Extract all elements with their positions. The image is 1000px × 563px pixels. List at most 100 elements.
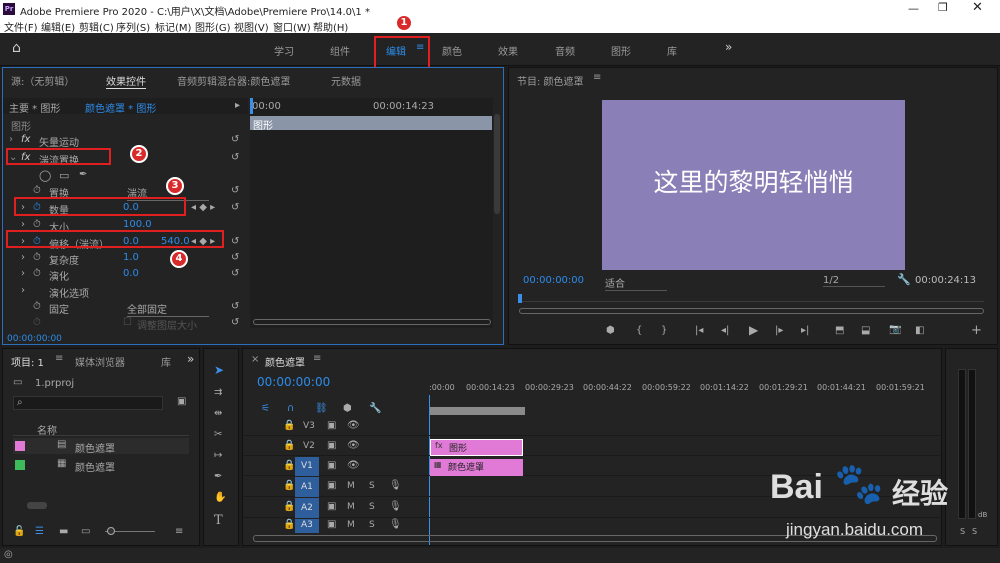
track-label[interactable]: V2 [303, 441, 315, 451]
track-label[interactable]: A2 [301, 503, 313, 513]
reset-icon[interactable]: ↺ [231, 268, 239, 279]
fit-select[interactable]: 适合 [605, 275, 667, 291]
menu-clip[interactable]: 剪辑(C) [79, 19, 114, 34]
track-label[interactable]: A1 [301, 482, 313, 492]
pen-mask-icon[interactable]: ✒ [79, 169, 87, 180]
sync-lock-icon[interactable]: ▣ [327, 501, 336, 512]
hand-tool-icon[interactable]: ✋ [214, 492, 226, 503]
reset-icon[interactable]: ↺ [231, 301, 239, 312]
solo-icon[interactable]: S [369, 520, 375, 530]
mic-icon[interactable]: 🎙 [389, 519, 402, 530]
add-button-icon[interactable]: + [971, 323, 982, 338]
menu-view[interactable]: 视图(V) [234, 19, 269, 34]
sync-lock-icon[interactable]: ▣ [327, 440, 336, 451]
program-playhead[interactable] [518, 294, 522, 303]
play-only-icon[interactable]: ▸ [235, 100, 240, 111]
reset-icon[interactable]: ↺ [231, 152, 239, 163]
graphic-clip-bar[interactable]: 图形 [250, 116, 492, 132]
tab-audio-clip-mixer[interactable]: 音频剪辑混合器:颜色遮罩 [177, 73, 290, 88]
panel-menu-icon[interactable]: ≡ [313, 353, 321, 364]
list-view-icon[interactable]: ☰ [35, 526, 44, 537]
mic-icon[interactable]: 🎙 [389, 501, 402, 512]
new-bin-icon[interactable]: ▣ [177, 396, 186, 407]
close-icon[interactable]: ✕ [972, 0, 983, 15]
mute-icon[interactable]: M [347, 520, 355, 530]
eye-icon[interactable]: 👁 [347, 460, 360, 471]
sort-icon[interactable]: ≡ [175, 526, 183, 537]
eye-icon[interactable]: 👁 [347, 420, 360, 431]
complexity-value[interactable]: 1.0 [123, 252, 139, 263]
menu-graphics[interactable]: 图形(G) [195, 19, 231, 34]
ws-effects[interactable]: 效果 [498, 43, 518, 58]
ellipse-mask-icon[interactable]: ◯ [39, 169, 51, 182]
panel-menu-icon[interactable]: ≡ [593, 72, 601, 83]
sequence-tab[interactable]: 颜色遮罩 [265, 354, 305, 369]
ws-graphics[interactable]: 图形 [611, 43, 631, 58]
ws-libraries[interactable]: 库 [667, 43, 677, 58]
mute-icon[interactable]: M [347, 481, 355, 491]
reset-icon[interactable]: ↺ [231, 185, 239, 196]
clip-graphic[interactable]: fx 图形 [430, 439, 523, 456]
razor-tool-icon[interactable]: ✂ [214, 429, 222, 440]
tab-metadata[interactable]: 元数据 [331, 73, 361, 88]
wrench-icon[interactable]: 🔧 [897, 273, 911, 286]
reset-icon[interactable]: ↺ [231, 317, 239, 328]
sync-lock-icon[interactable]: ▣ [327, 420, 336, 431]
add-marker-icon[interactable]: ⬢ [343, 403, 352, 414]
project-search-input[interactable]: ⌕ [13, 396, 163, 410]
size-value[interactable]: 100.0 [123, 219, 152, 230]
column-name[interactable]: 名称 [37, 422, 57, 437]
stopwatch-icon[interactable]: ⏱ [33, 219, 41, 230]
effect-timecode[interactable]: 00:00:00:00 [7, 334, 62, 344]
step-back-icon[interactable]: ◂| [721, 325, 729, 336]
ws-color[interactable]: 颜色 [442, 43, 462, 58]
effect-row-vector-motion[interactable]: › fx 矢量运动 ↺ [3, 132, 248, 149]
lift-icon[interactable]: ⬒ [835, 325, 844, 336]
ws-assembly[interactable]: 组件 [330, 43, 350, 58]
lock-icon[interactable]: 🔒 [283, 519, 295, 530]
mute-icon[interactable]: M [347, 502, 355, 512]
panel-menu-icon[interactable]: ≡ [55, 353, 63, 364]
ripple-edit-tool-icon[interactable]: ⇹ [214, 408, 222, 419]
project-item-2[interactable]: ▦ 颜色遮罩 [13, 457, 189, 474]
go-to-out-icon[interactable]: ▸| [801, 325, 809, 336]
type-tool-icon[interactable]: T [214, 513, 223, 528]
tab-media-browser[interactable]: 媒体浏览器 [75, 354, 125, 369]
clip-color-matte[interactable]: ▦ 颜色遮罩 [430, 459, 523, 476]
lock-icon[interactable]: 🔒 [283, 440, 295, 451]
export-frame-icon[interactable]: 📷 [889, 324, 901, 335]
resize-checkbox[interactable]: ☐ [123, 317, 132, 328]
effect-hscroll[interactable] [253, 319, 491, 325]
menu-sequence[interactable]: 序列(S) [116, 19, 150, 34]
program-timecode[interactable]: 00:00:00:00 [523, 275, 584, 286]
linked-selection-icon[interactable]: ⛓ [315, 403, 328, 414]
ws-learn[interactable]: 学习 [274, 43, 294, 58]
reset-icon[interactable]: ↺ [231, 252, 239, 263]
tab-project[interactable]: 项目: 1 [11, 354, 44, 369]
program-scrubber[interactable] [519, 301, 984, 307]
sync-lock-icon[interactable]: ▣ [327, 480, 336, 491]
sync-lock-icon[interactable]: ▣ [327, 460, 336, 471]
project-hscroll[interactable] [27, 502, 47, 509]
mic-icon[interactable]: 🎙 [389, 480, 402, 491]
track-label[interactable]: A3 [301, 520, 313, 530]
snap-icon[interactable]: ∩ [287, 403, 294, 414]
rect-mask-icon[interactable]: ▭ [59, 169, 69, 182]
clip-active[interactable]: 颜色遮罩 * 图形 [85, 100, 156, 115]
expand-icon[interactable]: › [9, 134, 13, 145]
clip-master[interactable]: 主要 * 图形 [9, 100, 60, 115]
extract-icon[interactable]: ⬓ [861, 325, 870, 336]
tab-effect-controls[interactable]: 效果控件 [106, 73, 146, 89]
timeline-ruler[interactable]: :00:00 00:00:14:23 00:00:29:23 00:00:44:… [429, 379, 934, 421]
keyframe-nav-icon[interactable]: ◂ ◆ ▸ [191, 202, 215, 213]
step-forward-icon[interactable]: |▸ [775, 325, 783, 336]
stopwatch-icon[interactable]: ⏱ [33, 268, 41, 279]
stopwatch-icon[interactable]: ⏱ [33, 185, 41, 196]
more-tabs-icon[interactable]: » [187, 352, 194, 366]
menu-help[interactable]: 帮助(H) [313, 19, 348, 34]
reset-icon[interactable]: ↺ [231, 134, 239, 145]
program-hscroll[interactable] [519, 308, 984, 314]
timeline-settings-icon[interactable]: 🔧 [369, 403, 381, 414]
restore-icon[interactable]: ❐ [938, 1, 948, 14]
project-item-1[interactable]: ▤ 颜色遮罩 [13, 438, 189, 455]
